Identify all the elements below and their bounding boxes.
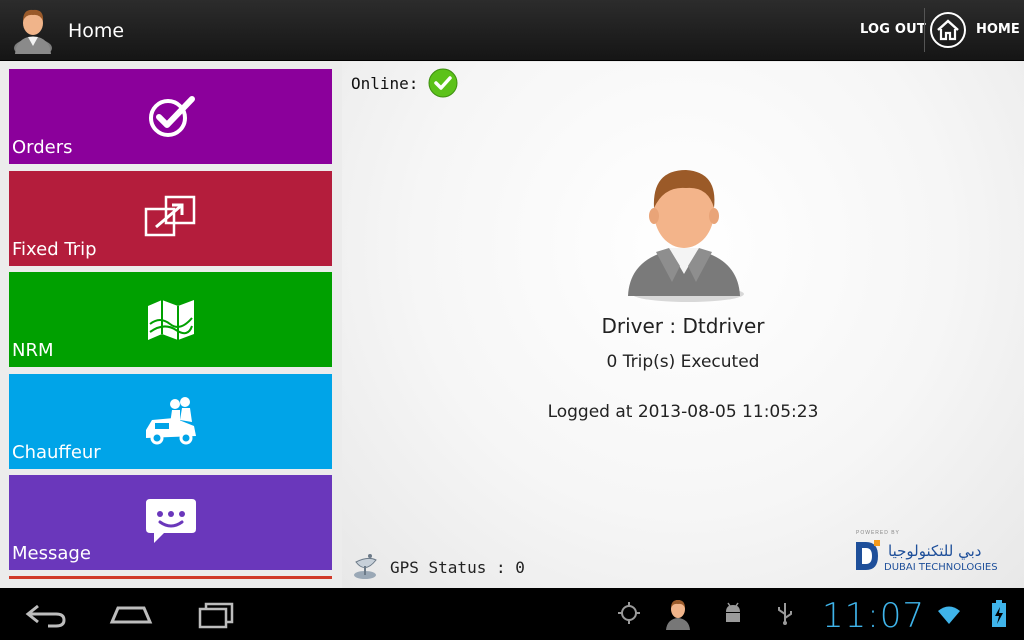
tile-label: Chauffeur bbox=[12, 442, 101, 463]
map-icon bbox=[148, 300, 194, 340]
page-title: Home bbox=[68, 20, 125, 42]
wifi-icon bbox=[938, 606, 960, 624]
checkmark-icon bbox=[149, 96, 195, 137]
app-notification-avatar-icon bbox=[666, 600, 690, 630]
next-tile-edge[interactable] bbox=[9, 576, 332, 579]
tile-label: Fixed Trip bbox=[12, 239, 97, 260]
car-passenger-icon bbox=[146, 397, 196, 445]
driver-name: Driver : Dtdriver bbox=[601, 314, 765, 338]
user-avatar-icon[interactable] bbox=[12, 6, 54, 54]
tile-label: NRM bbox=[12, 340, 54, 361]
tile-label: Message bbox=[12, 543, 91, 564]
brand-arabic-name: دبي للتكنولوجيا bbox=[888, 542, 982, 560]
driver-avatar-icon bbox=[628, 170, 744, 302]
logged-at: Logged at 2013-08-05 11:05:23 bbox=[547, 402, 819, 422]
home-icon[interactable] bbox=[930, 12, 966, 48]
tile-orders[interactable]: Orders bbox=[9, 69, 332, 164]
usb-icon bbox=[778, 603, 792, 625]
tile-label: Orders bbox=[12, 137, 73, 158]
home-nav-icon[interactable] bbox=[106, 598, 156, 630]
battery-charging-icon bbox=[992, 600, 1006, 627]
action-bar: Home LOG OUT HOME bbox=[0, 0, 1024, 61]
trips-executed: 0 Trip(s) Executed bbox=[606, 352, 760, 372]
home-button[interactable]: HOME bbox=[976, 22, 1020, 37]
chat-smile-icon bbox=[146, 499, 196, 543]
android-debug-icon bbox=[726, 602, 740, 622]
tile-message[interactable]: Message bbox=[9, 475, 332, 570]
system-clock: 11:07 bbox=[822, 596, 925, 636]
tile-nrm[interactable]: NRM bbox=[9, 272, 332, 367]
brand-mark-icon bbox=[856, 540, 880, 570]
recent-apps-icon[interactable] bbox=[192, 598, 242, 630]
satellite-icon bbox=[354, 554, 377, 579]
main-panel: Online: Driver : Dtdriver 0 Trip(s) Exec… bbox=[342, 62, 1024, 588]
tile-fixed-trip[interactable]: Fixed Trip bbox=[9, 171, 332, 266]
gps-status: GPS Status : 0 bbox=[390, 558, 525, 577]
powered-by-label: POWERED BY bbox=[856, 530, 900, 536]
online-label: Online: bbox=[351, 74, 419, 93]
tile-chauffeur[interactable]: Chauffeur bbox=[9, 374, 332, 469]
divider bbox=[924, 8, 925, 52]
gps-target-icon bbox=[618, 602, 640, 624]
sidebar: Orders Fixed Trip NRM Chauffeur Message bbox=[9, 69, 332, 579]
logout-button[interactable]: LOG OUT bbox=[860, 22, 926, 37]
external-window-icon bbox=[144, 195, 196, 237]
brand-english-name: DUBAI TECHNOLOGIES bbox=[884, 562, 998, 573]
back-icon[interactable] bbox=[20, 598, 70, 630]
online-check-icon bbox=[428, 68, 458, 98]
dubai-technologies-logo: POWERED BY دبي للتكنولوجيا DUBAI TECHNOL… bbox=[852, 530, 1017, 580]
